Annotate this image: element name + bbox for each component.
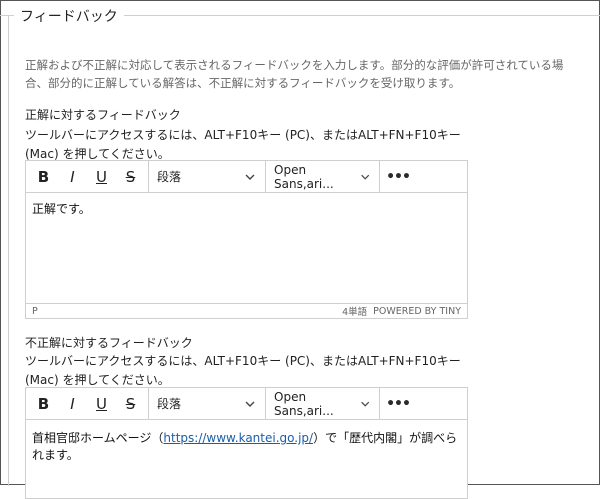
chevron-down-icon xyxy=(245,401,255,407)
editor-content[interactable]: 正解です。 xyxy=(26,193,467,224)
strikethrough-button[interactable]: S xyxy=(116,388,145,419)
chevron-down-icon xyxy=(360,174,369,180)
bold-button[interactable]: B xyxy=(29,161,58,192)
incorrect-feedback-label: 不正解に対するフィードバック xyxy=(25,336,193,350)
powered-by-tiny[interactable]: POWERED BY TINY xyxy=(373,306,461,317)
element-path[interactable]: P xyxy=(32,306,38,317)
italic-button[interactable]: I xyxy=(58,388,87,419)
kantei-link[interactable]: https://www.kantei.go.jp/ xyxy=(163,431,313,445)
editor-toolbar: B I U S 段落 Open Sans,ari... ••• xyxy=(26,388,467,420)
font-family-select[interactable]: Open Sans,ari... xyxy=(266,161,380,192)
block-format-value: 段落 xyxy=(157,170,182,184)
italic-button[interactable]: I xyxy=(58,161,87,192)
block-format-select[interactable]: 段落 xyxy=(149,161,266,192)
more-options-button[interactable]: ••• xyxy=(380,161,416,192)
incorrect-toolbar-hint: ツールバーにアクセスするには、ALT+F10キー (PC)、またはALT+FN+… xyxy=(25,354,461,387)
correct-feedback-editor[interactable]: B I U S 段落 Open Sans,ari... ••• 正解です。 P … xyxy=(25,160,468,319)
editor-statusbar: P 4単語 POWERED BY TINY xyxy=(26,303,467,318)
content-text-before-link: 首相官邸ホームページ（ xyxy=(32,431,164,445)
incorrect-feedback-editor[interactable]: B I U S 段落 Open Sans,ari... ••• 首相官邸ホームペ… xyxy=(25,387,468,499)
block-format-select[interactable]: 段落 xyxy=(149,388,266,419)
correct-feedback-label: 正解に対するフィードバック xyxy=(25,108,181,122)
help-text: 正解および不正解に対応して表示されるフィードバックを入力します。部分的な評価が許… xyxy=(25,58,564,90)
font-family-select[interactable]: Open Sans,ari... xyxy=(266,388,380,419)
block-format-value: 段落 xyxy=(157,397,182,411)
format-group: B I U S xyxy=(26,388,149,419)
format-group: B I U S xyxy=(26,161,149,192)
more-options-button[interactable]: ••• xyxy=(380,388,416,419)
chevron-down-icon xyxy=(245,174,255,180)
font-family-value: Open Sans,ari... xyxy=(274,162,334,191)
editor-toolbar: B I U S 段落 Open Sans,ari... ••• xyxy=(26,161,467,193)
strikethrough-button[interactable]: S xyxy=(116,161,145,192)
chevron-down-icon xyxy=(360,401,369,407)
bold-button[interactable]: B xyxy=(29,388,58,419)
word-count[interactable]: 4単語 xyxy=(342,304,367,318)
font-family-value: Open Sans,ari... xyxy=(274,389,334,418)
fieldset-left-border xyxy=(8,16,9,486)
editor-content[interactable]: 首相官邸ホームページ（https://www.kantei.go.jp/）で「歴… xyxy=(26,420,467,470)
underline-button[interactable]: U xyxy=(87,388,116,419)
correct-toolbar-hint: ツールバーにアクセスするには、ALT+F10キー (PC)、またはALT+FN+… xyxy=(25,128,461,161)
section-legend: フィードバック xyxy=(14,6,124,26)
underline-button[interactable]: U xyxy=(87,161,116,192)
